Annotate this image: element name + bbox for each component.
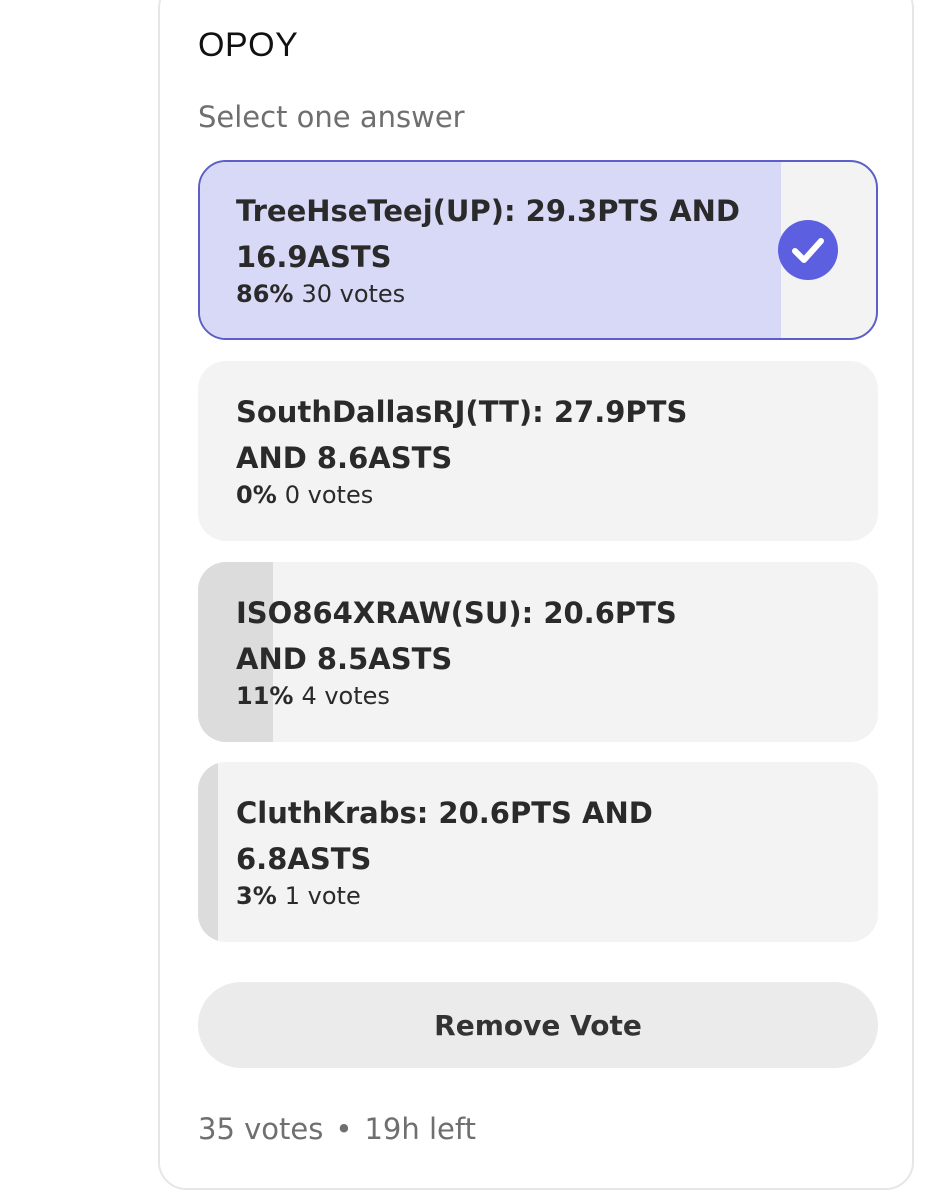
remove-vote-button[interactable]: Remove Vote: [198, 982, 878, 1068]
option-votes: 0 votes: [284, 481, 374, 509]
option-stats: 86% 30 votes: [236, 280, 405, 308]
poll-option-3[interactable]: ISO864XRAW(SU): 20.6PTS AND 8.5ASTS 11% 4…: [198, 562, 878, 742]
check-circle-icon: [778, 220, 838, 280]
time-left: 19h left: [364, 1112, 476, 1146]
option-percent: 11%: [236, 682, 294, 710]
option-label: CluthKrabs: 20.6PTS AND 6.8ASTS: [236, 796, 653, 876]
separator-dot: •: [335, 1112, 353, 1146]
option-percent: 0%: [236, 481, 277, 509]
option-label: TreeHseTeej(UP): 29.3PTS AND 16.9ASTS: [236, 194, 741, 274]
total-votes: 35 votes: [198, 1112, 324, 1146]
option-label: ISO864XRAW(SU): 20.6PTS AND 8.5ASTS: [236, 596, 677, 676]
option-percent: 3%: [236, 882, 277, 910]
option-votes: 30 votes: [301, 280, 406, 308]
poll-footer: 35 votes • 19h left: [198, 1112, 476, 1146]
option-votes: 4 votes: [301, 682, 390, 710]
option-percent: 86%: [236, 280, 294, 308]
option-stats: 3% 1 vote: [236, 882, 361, 910]
option-stats: 11% 4 votes: [236, 682, 390, 710]
poll-option-2[interactable]: SouthDallasRJ(TT): 27.9PTS AND 8.6ASTS 0…: [198, 361, 878, 541]
option-label: SouthDallasRJ(TT): 27.9PTS AND 8.6ASTS: [236, 395, 688, 475]
option-votes: 1 vote: [284, 882, 361, 910]
poll-option-1[interactable]: TreeHseTeej(UP): 29.3PTS AND 16.9ASTS 86…: [198, 160, 878, 340]
poll-subtitle: Select one answer: [198, 100, 465, 134]
poll-option-4[interactable]: CluthKrabs: 20.6PTS AND 6.8ASTS 3% 1 vote: [198, 762, 878, 942]
option-stats: 0% 0 votes: [236, 481, 373, 509]
option-fill-bar: [198, 762, 219, 942]
poll-title: OPOY: [198, 26, 299, 64]
